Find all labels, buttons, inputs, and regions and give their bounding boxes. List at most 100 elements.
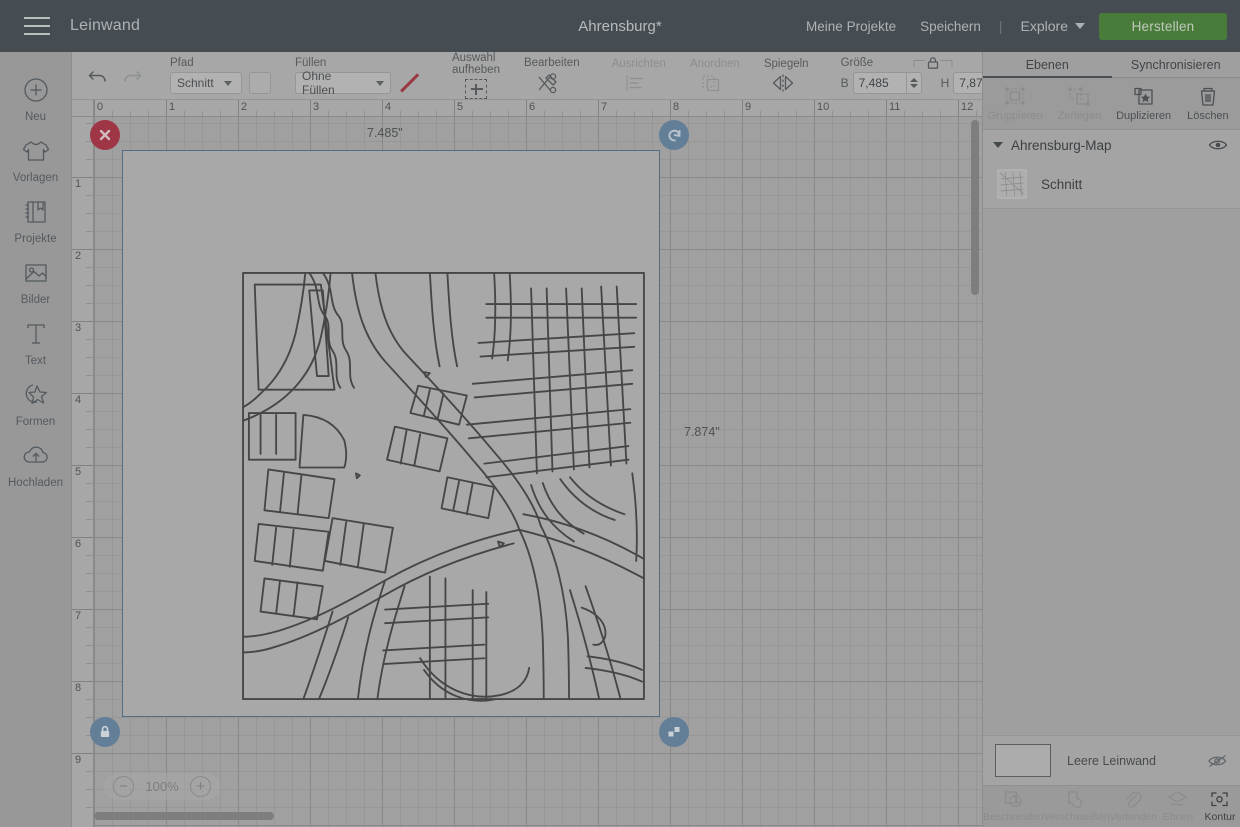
ruler-minor-tick <box>86 771 94 772</box>
path-color-swatch[interactable] <box>249 72 271 94</box>
dashed-plus-icon[interactable] <box>465 79 487 99</box>
sidebar-item-bilder[interactable]: Bilder <box>0 245 71 306</box>
path-select[interactable]: Schnitt <box>170 72 242 94</box>
shape-tools-bar: Beschneiden Verschweißen Verbinden <box>983 785 1240 827</box>
ruler-minor-tick <box>868 111 869 117</box>
plus-circle-icon[interactable]: + <box>190 776 211 797</box>
width-dimension-label: 7.485" <box>367 126 403 140</box>
ruler-minor-tick <box>220 111 221 117</box>
list-item[interactable]: Schnitt <box>983 160 1240 208</box>
ruler-minor-tick <box>328 111 329 117</box>
chevron-down-icon <box>376 81 384 86</box>
weld-tool[interactable]: Verschweißen <box>1044 786 1110 827</box>
sidebar-item-projekte[interactable]: Projekte <box>0 184 71 245</box>
resize-handle[interactable] <box>659 717 689 747</box>
tab-synchronisieren[interactable]: Synchronisieren <box>1112 52 1240 77</box>
hamburger-icon[interactable] <box>24 17 50 35</box>
group-button[interactable]: Gruppieren <box>983 78 1047 129</box>
lock-closed-icon[interactable] <box>914 56 953 70</box>
scissors-pen-icon[interactable] <box>536 72 560 94</box>
attach-tool[interactable]: Verbinden <box>1110 786 1157 827</box>
make-it-button[interactable]: Herstellen <box>1099 13 1227 40</box>
cricut-design-space-window: Leinwand Ahrensburg* Meine Projekte Spei… <box>0 0 1240 827</box>
edit-label: Bearbeiten <box>524 57 580 69</box>
width-input[interactable] <box>853 72 907 94</box>
ruler-minor-tick <box>706 111 707 117</box>
ruler-minor-tick <box>202 111 203 117</box>
ungroup-button[interactable]: Zerlegen <box>1047 78 1111 129</box>
tab-ebenen[interactable]: Ebenen <box>983 52 1112 77</box>
ruler-minor-tick <box>86 429 94 430</box>
width-stepper[interactable] <box>907 72 922 94</box>
contour-tool[interactable]: Kontur <box>1199 786 1240 827</box>
flatten-tool[interactable]: Ebnen <box>1157 786 1199 827</box>
no-fill-slash-icon[interactable] <box>398 72 420 94</box>
my-projects-link[interactable]: Meine Projekte <box>794 19 908 34</box>
vertical-scrollbar[interactable] <box>971 120 979 295</box>
ruler-tick <box>454 100 455 117</box>
ruler-minor-tick <box>86 267 94 268</box>
sidebar-item-label: Projekte <box>14 233 56 245</box>
ruler-minor-tick <box>112 111 113 117</box>
book-bookmark-icon <box>19 195 53 229</box>
explore-dropdown[interactable]: Explore <box>1009 18 1099 34</box>
chevron-down-icon[interactable] <box>993 142 1003 148</box>
horizontal-ruler: 0123456789101112 <box>72 100 982 117</box>
save-button[interactable]: Speichern <box>908 19 993 34</box>
top-bar: Leinwand Ahrensburg* Meine Projekte Spei… <box>0 0 1240 52</box>
deselect-group: Auswahl aufheben <box>440 52 512 99</box>
deselect-label: Auswahl aufheben <box>452 52 500 76</box>
ruler-minor-tick <box>940 111 941 117</box>
left-sidebar: Neu Vorlagen Projekte <box>0 52 72 827</box>
ruler-number: 2 <box>75 250 81 262</box>
layer-group-header[interactable]: Ahrensburg-Map <box>983 130 1240 160</box>
canvas-color-swatch[interactable] <box>995 744 1051 777</box>
ruler-minor-tick <box>508 111 509 117</box>
slice-tool[interactable]: Beschneiden <box>983 786 1044 827</box>
delete-button[interactable]: Löschen <box>1176 78 1240 129</box>
ruler-minor-tick <box>364 111 365 117</box>
zoom-level-value: 100% <box>143 779 181 794</box>
fill-select[interactable]: Ohne Füllen <box>295 72 391 94</box>
sidebar-item-formen[interactable]: Formen <box>0 367 71 428</box>
ruler-minor-tick <box>634 111 635 117</box>
ruler-minor-tick <box>86 573 94 574</box>
ruler-minor-tick <box>292 111 293 117</box>
design-canvas[interactable]: 7.485" 7.874" − 100% + <box>72 100 982 827</box>
ruler-number: 10 <box>817 101 829 113</box>
group-label: Gruppieren <box>988 110 1043 122</box>
lock-aspect-handle[interactable] <box>90 717 120 747</box>
sidebar-item-vorlagen[interactable]: Vorlagen <box>0 123 71 184</box>
minus-circle-icon[interactable]: − <box>113 776 134 797</box>
ruler-minor-tick <box>86 375 94 376</box>
ruler-number: 3 <box>75 322 81 334</box>
eye-icon[interactable] <box>1208 138 1228 152</box>
sidebar-item-text[interactable]: Text <box>0 306 71 367</box>
undo-arrow-icon[interactable] <box>86 64 110 88</box>
eye-off-icon[interactable] <box>1207 753 1229 769</box>
ruler-minor-tick <box>86 357 94 358</box>
align-group: Ausrichten <box>600 52 678 99</box>
mirror-icon[interactable] <box>771 73 795 93</box>
ungroup-label: Zerlegen <box>1058 110 1101 122</box>
ruler-number: 5 <box>457 101 463 113</box>
canvas-layer-row[interactable]: Leere Leinwand <box>983 735 1240 785</box>
ruler-number: 7 <box>601 101 607 113</box>
delete-x-handle[interactable] <box>90 120 120 150</box>
redo-arrow-icon[interactable] <box>120 64 144 88</box>
ruler-number: 1 <box>75 178 81 190</box>
sidebar-item-label: Text <box>25 355 46 367</box>
sidebar-item-neu[interactable]: Neu <box>0 62 71 123</box>
layer-item-name: Schnitt <box>1041 177 1082 192</box>
ruler-minor-tick <box>86 519 94 520</box>
horizontal-scrollbar[interactable] <box>94 812 274 820</box>
rotate-handle[interactable] <box>659 120 689 150</box>
ruler-minor-tick <box>976 111 977 117</box>
ahrensburg-street-map[interactable] <box>239 269 648 703</box>
ruler-minor-tick <box>904 111 905 117</box>
sidebar-item-hochladen[interactable]: Hochladen <box>0 428 71 489</box>
ruler-minor-tick <box>86 591 94 592</box>
canvas-layer-label: Leere Leinwand <box>1067 754 1191 768</box>
artboard-selection[interactable] <box>122 150 660 717</box>
duplicate-button[interactable]: Duplizieren <box>1112 78 1176 129</box>
